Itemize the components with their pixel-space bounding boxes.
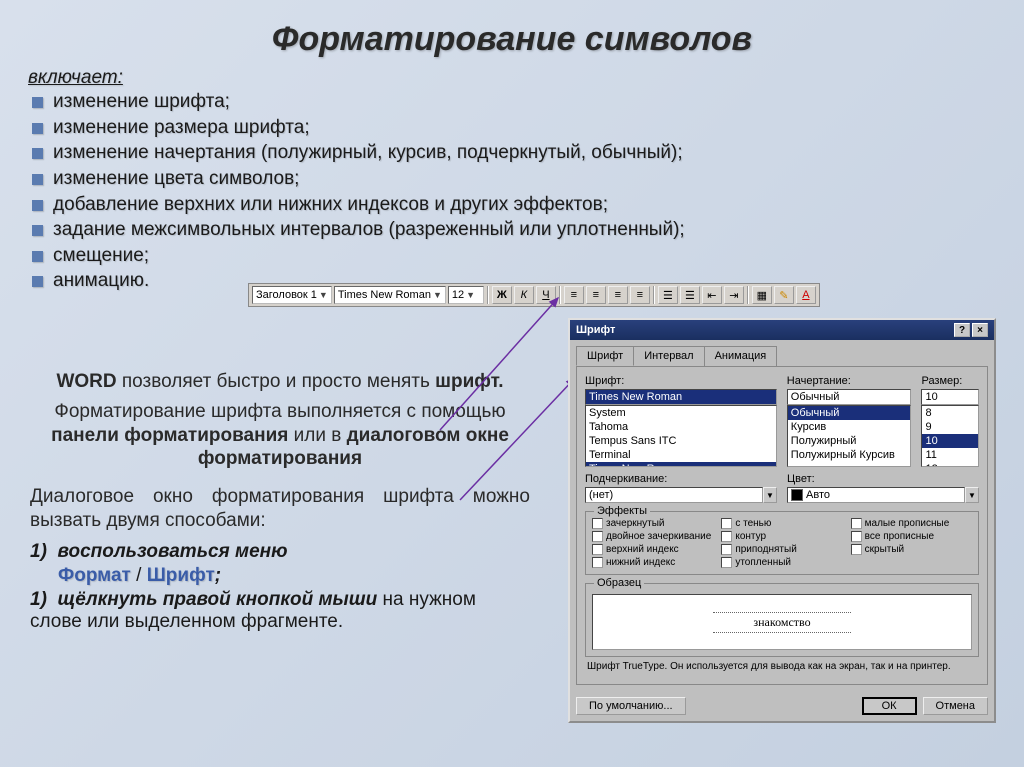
style-input[interactable]: Обычный	[787, 389, 912, 405]
chk-hidden[interactable]: скрытый	[851, 544, 972, 555]
bold-button[interactable]: Ж	[492, 286, 512, 304]
bullet-item: изменение цвета символов;	[32, 166, 996, 192]
close-button[interactable]: ×	[972, 323, 988, 337]
chk-allcaps[interactable]: все прописные	[851, 531, 972, 542]
chk-emboss[interactable]: приподнятый	[721, 544, 842, 555]
cancel-button[interactable]: Отмена	[923, 697, 988, 715]
font-dialog: Шрифт ? × Шрифт Интервал Анимация Шрифт:…	[568, 318, 996, 723]
chk-smallcaps[interactable]: малые прописные	[851, 518, 972, 529]
border-button[interactable]: ▦	[752, 286, 772, 304]
size-listbox[interactable]: 8 9 10 11 12	[921, 405, 979, 467]
size-combo[interactable]: 12▼	[448, 286, 484, 304]
chk-superscript[interactable]: верхний индекс	[592, 544, 713, 555]
sample-text: знакомство	[713, 612, 850, 633]
italic-button[interactable]: К	[514, 286, 534, 304]
font-listbox[interactable]: System Tahoma Tempus Sans ITC Terminal T…	[585, 405, 777, 467]
tab-spacing[interactable]: Интервал	[633, 346, 704, 366]
dialog-titlebar: Шрифт ? ×	[570, 320, 994, 340]
help-button[interactable]: ?	[954, 323, 970, 337]
underline-button[interactable]: Ч	[536, 286, 556, 304]
bullet-item: добавление верхних или нижних индексов и…	[32, 192, 996, 218]
intro-text: включает:	[28, 67, 996, 89]
font-input[interactable]: Times New Roman	[585, 389, 777, 405]
size-label: Размер:	[921, 375, 979, 387]
dialog-title: Шрифт	[576, 324, 615, 336]
chk-subscript[interactable]: нижний индекс	[592, 557, 713, 568]
font-color-button[interactable]: A	[796, 286, 816, 304]
chk-strikethrough[interactable]: зачеркнутый	[592, 518, 713, 529]
chk-shadow[interactable]: с тенью	[721, 518, 842, 529]
effects-group: Эффекты зачеркнутый с тенью малые пропис…	[585, 511, 979, 575]
style-listbox[interactable]: Обычный Курсив Полужирный Полужирный Кур…	[787, 405, 912, 467]
align-right-button[interactable]: ≡	[608, 286, 628, 304]
tab-animation[interactable]: Анимация	[704, 346, 778, 366]
font-label: Шрифт:	[585, 375, 777, 387]
formatting-toolbar: Заголовок 1▼ Times New Roman▼ 12▼ Ж К Ч …	[248, 283, 820, 307]
bullet-item: изменение начертания (полужирный, курсив…	[32, 140, 996, 166]
increase-indent-button[interactable]: ⇥	[724, 286, 744, 304]
default-button[interactable]: По умолчанию...	[576, 697, 686, 715]
underline-combo[interactable]: (нет)▼	[585, 487, 777, 503]
align-justify-button[interactable]: ≡	[630, 286, 650, 304]
chk-engrave[interactable]: утопленный	[721, 557, 842, 568]
bullet-item: изменение шрифта;	[32, 89, 996, 115]
align-center-button[interactable]: ≡	[586, 286, 606, 304]
style-combo[interactable]: Заголовок 1▼	[252, 286, 332, 304]
numbered-list-button[interactable]: ☰	[658, 286, 678, 304]
color-label: Цвет:	[787, 473, 979, 485]
ok-button[interactable]: ОК	[862, 697, 917, 715]
font-desc: Шрифт TrueType. Он используется для выво…	[585, 657, 979, 676]
chk-double-strike[interactable]: двойное зачеркивание	[592, 531, 713, 542]
tab-font[interactable]: Шрифт	[576, 346, 634, 366]
font-combo[interactable]: Times New Roman▼	[334, 286, 446, 304]
size-input[interactable]: 10	[921, 389, 979, 405]
style-label: Начертание:	[787, 375, 912, 387]
page-title: Форматирование символов	[28, 20, 996, 59]
underline-label: Подчеркивание:	[585, 473, 777, 485]
highlight-button[interactable]: ✎	[774, 286, 794, 304]
body-text-block: WORD позволяет быстро и просто менять шр…	[30, 370, 530, 635]
bullet-item: изменение размера шрифта;	[32, 115, 996, 141]
bullet-list: изменение шрифта; изменение размера шриф…	[28, 89, 996, 294]
sample-group: Образец знакомство	[585, 583, 979, 657]
bulleted-list-button[interactable]: ☰	[680, 286, 700, 304]
bullet-item: смещение;	[32, 243, 996, 269]
chk-outline[interactable]: контур	[721, 531, 842, 542]
word-label: WORD	[56, 371, 116, 392]
dialog-tabs: Шрифт Интервал Анимация	[570, 340, 994, 366]
decrease-indent-button[interactable]: ⇤	[702, 286, 722, 304]
color-combo[interactable]: Авто▼	[787, 487, 979, 503]
align-left-button[interactable]: ≡	[564, 286, 584, 304]
bullet-item: задание межсимвольных интервалов (разреж…	[32, 217, 996, 243]
